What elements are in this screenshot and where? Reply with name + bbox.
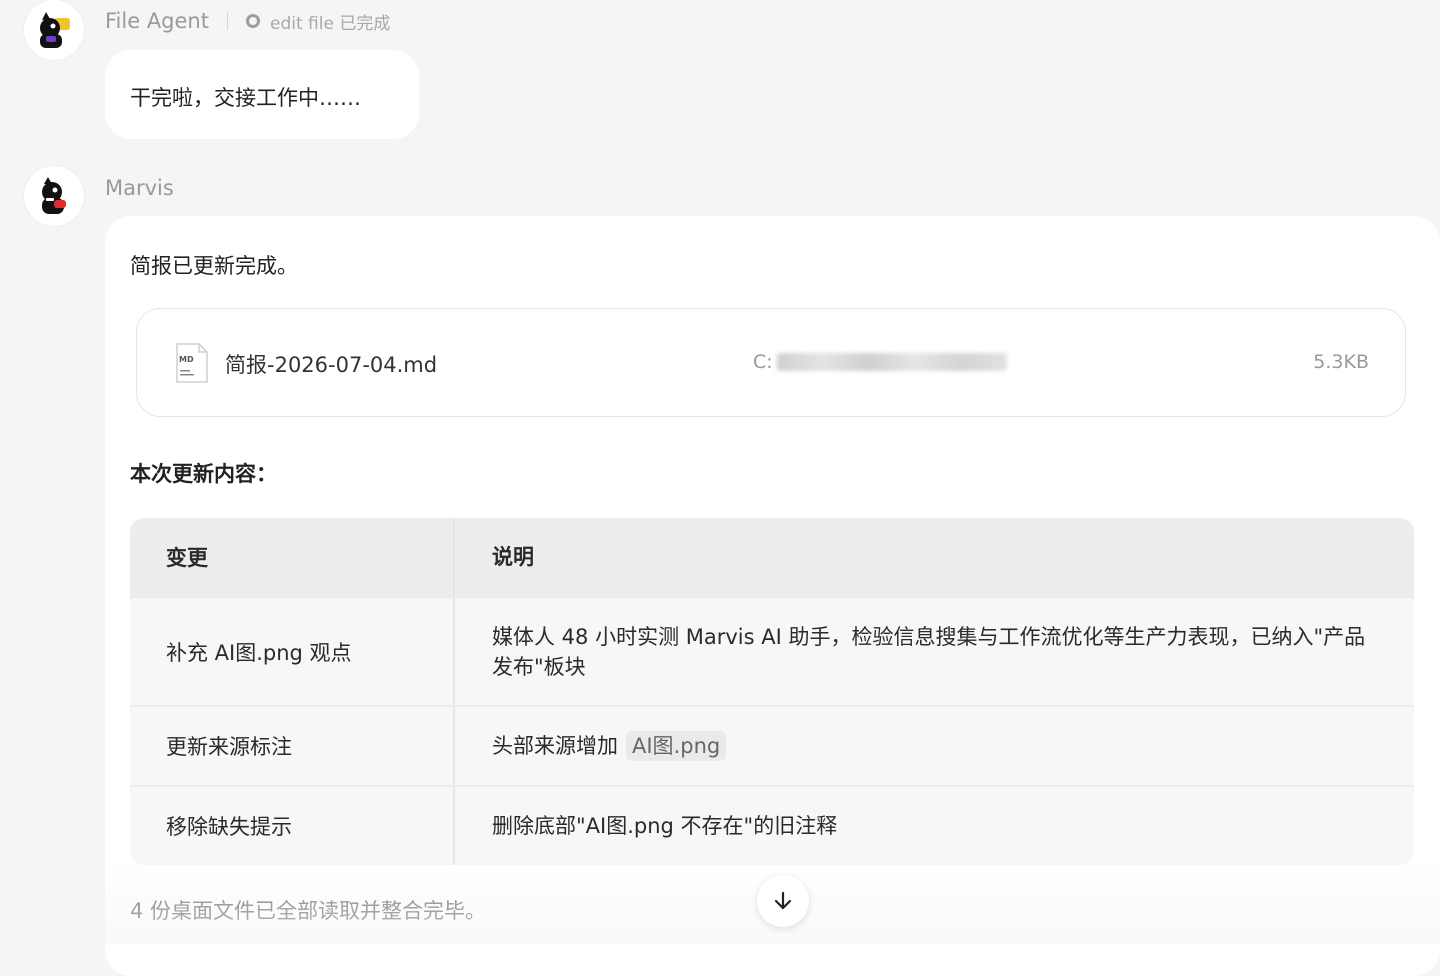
table-header-change: 变更 (130, 518, 455, 596)
file-name: 简报-2026-07-04.md (225, 353, 438, 377)
summary-text: 4 份桌面文件已全部读取并整合完毕。 (130, 899, 487, 923)
header-divider (226, 12, 228, 30)
file-agent-avatar (24, 0, 84, 60)
table-cell-change: 更新来源标注 (130, 707, 455, 785)
file-path-prefix: C: (753, 351, 773, 373)
file-agent-avatar-icon (40, 12, 70, 48)
scroll-to-bottom-button[interactable] (757, 875, 809, 927)
file-size: 5.3KB (1313, 351, 1369, 373)
file-agent-name: File Agent (105, 9, 209, 33)
circle-status-icon (245, 14, 260, 28)
md-file-icon: MD (176, 343, 208, 383)
table-cell-desc: 删除底部"AI图.png 不存在"的旧注释 (492, 814, 838, 838)
table-header-row: 变更 说明 (130, 518, 1414, 596)
marvis-avatar-icon (42, 177, 66, 214)
tool-status-text: edit file 已完成 (269, 13, 391, 34)
file-agent-message-bubble: 干完啦，交接工作中…… (105, 50, 419, 139)
file-card[interactable]: MD 简报-2026-07-04.md C: 5.3KB (136, 308, 1406, 417)
table-cell-change: 补充 AI图.png 观点 (130, 598, 455, 705)
table-cell-change: 移除缺失提示 (130, 787, 455, 865)
table-cell-desc: 头部来源增加 (492, 734, 618, 758)
table-header-desc: 说明 (492, 545, 534, 569)
marvis-name: Marvis (105, 176, 174, 200)
table-row: 补充 AI图.png 观点 媒体人 48 小时实测 Marvis AI 助手，检… (130, 596, 1414, 705)
table-row: 移除缺失提示 删除底部"AI图.png 不存在"的旧注释 (130, 785, 1414, 865)
marvis-avatar (24, 166, 84, 226)
file-agent-header: File Agent edit file 已完成 (105, 6, 390, 36)
file-agent-message: 干完啦，交接工作中…… (130, 86, 361, 110)
marvis-header: Marvis (105, 173, 174, 203)
tool-status[interactable]: edit file 已完成 (245, 9, 391, 34)
arrow-down-icon (774, 891, 792, 910)
changes-table: 变更 说明 补充 AI图.png 观点 媒体人 48 小时实测 Marvis A… (130, 518, 1414, 865)
file-path-redacted (776, 353, 1007, 371)
section-title: 本次更新内容： (130, 462, 277, 486)
file-path: C: (753, 351, 1007, 373)
table-cell-desc-with-code: 头部来源增加 AI图.png (455, 707, 1414, 785)
marvis-intro: 简报已更新完成。 (130, 254, 298, 278)
inline-code: AI图.png (626, 731, 727, 761)
table-cell-desc: 媒体人 48 小时实测 Marvis AI 助手，检验信息搜集与工作流优化等生产… (492, 624, 1366, 679)
table-row: 更新来源标注 头部来源增加 AI图.png (130, 705, 1414, 785)
md-icon-label: MD (179, 355, 194, 364)
